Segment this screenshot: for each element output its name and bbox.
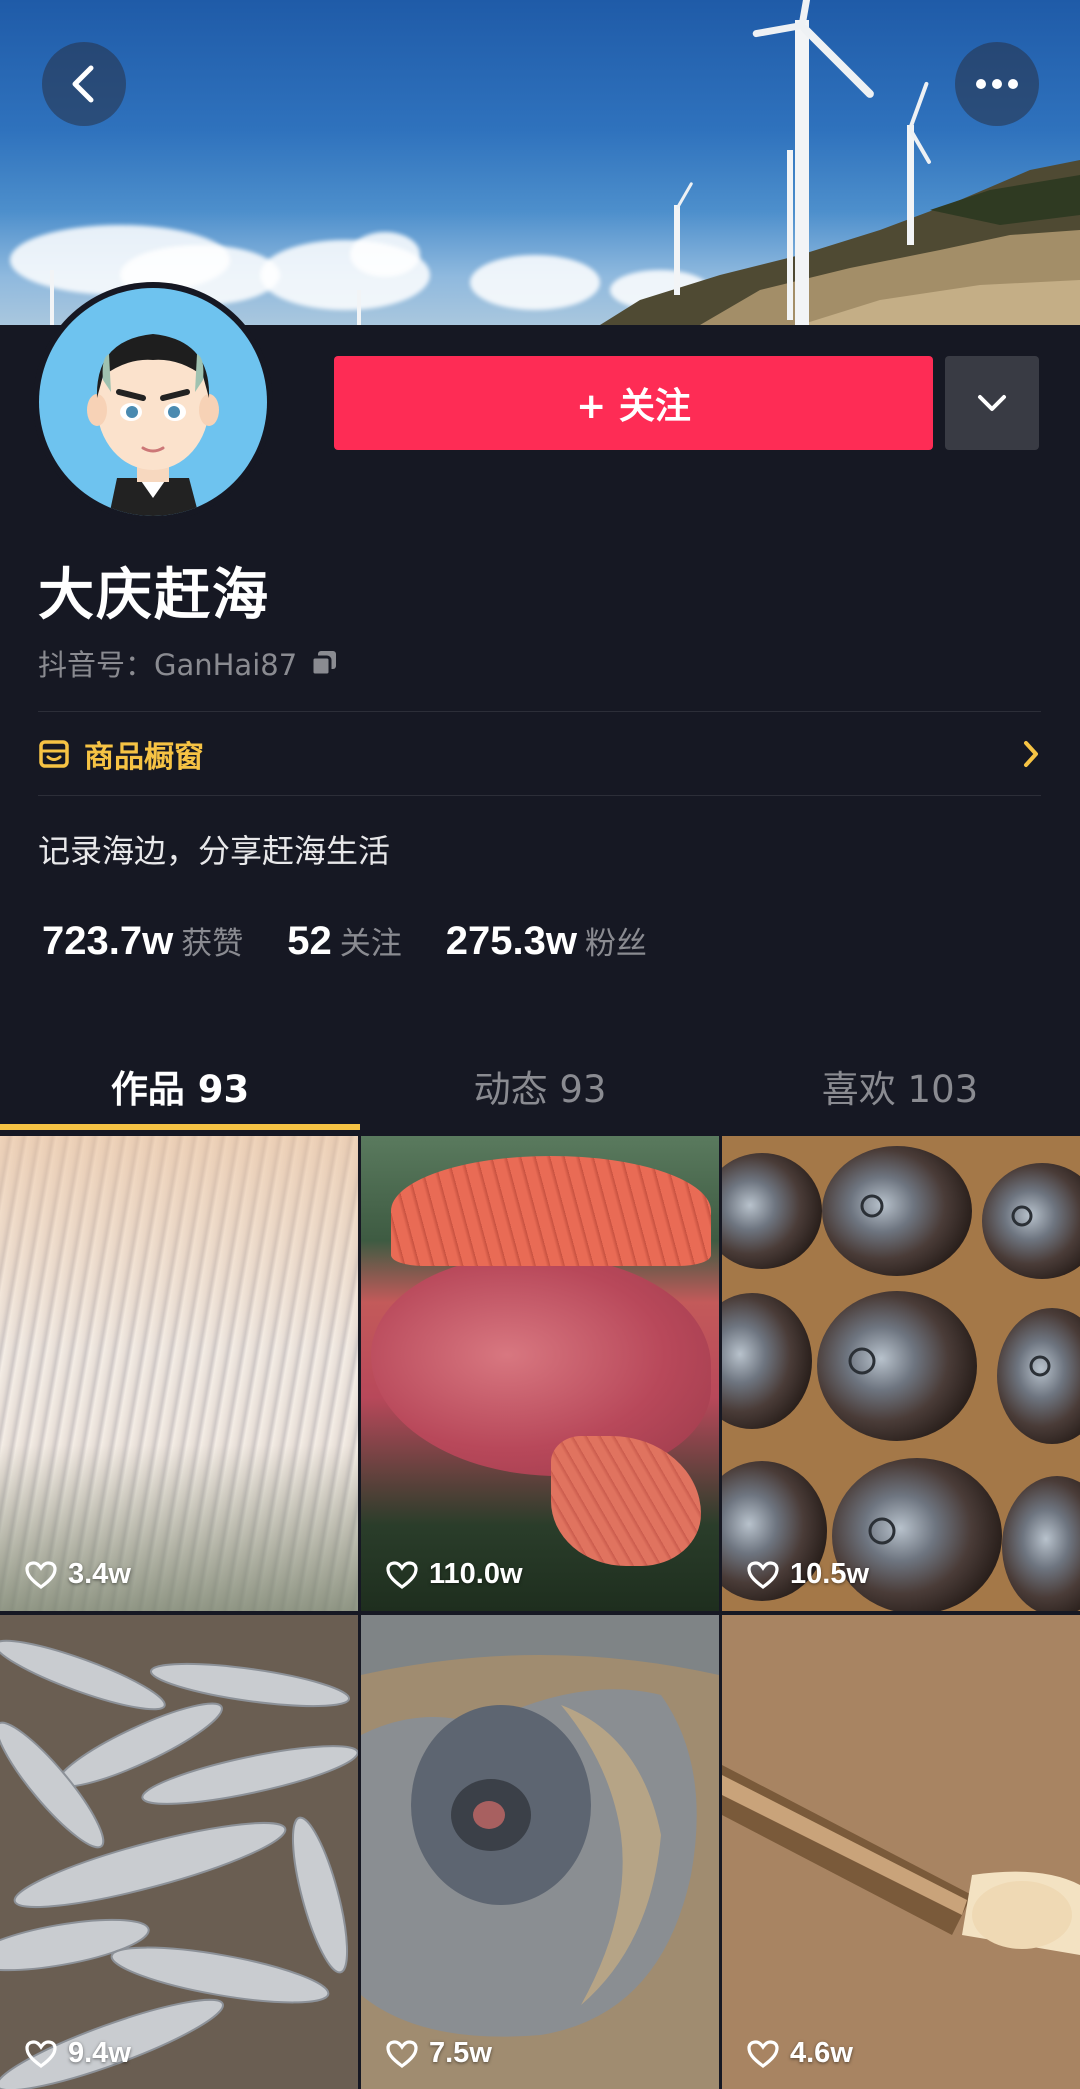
chevron-left-icon [72, 65, 94, 103]
like-count: 7.5w [385, 2037, 492, 2070]
profile-name: 大庆赶海 [38, 563, 270, 628]
copy-icon[interactable] [309, 648, 339, 678]
fish-in-sand-image [361, 1615, 719, 2089]
video-grid: 3.4w 110.0w 10.5w 9.4w 7.5w 4.6w [0, 1136, 1080, 2089]
divider [38, 795, 1041, 796]
douyin-id: 抖音号：GanHai87 [38, 642, 339, 684]
follow-options-button[interactable] [945, 356, 1039, 450]
chevron-right-icon [1024, 741, 1038, 767]
cartoon-avatar-image [87, 334, 219, 516]
more-options-button[interactable] [955, 42, 1039, 126]
avatar[interactable] [33, 282, 273, 522]
shop-window-label: 商品橱窗 [84, 740, 204, 775]
like-count: 110.0w [385, 1558, 523, 1591]
video-thumbnail[interactable]: 10.5w [722, 1136, 1080, 1611]
razor-clam-image [722, 1615, 1080, 2089]
followers-label[interactable]: 粉丝 [585, 918, 647, 963]
video-thumbnail[interactable]: 4.6w [722, 1615, 1080, 2089]
likes-label: 获赞 [181, 926, 244, 962]
heart-icon [747, 1560, 779, 1589]
like-count-text: 3.4w [68, 1558, 131, 1590]
profile-tabs: 作品 93 动态 93 喜欢 103 [0, 1040, 1080, 1132]
like-count-text: 9.4w [68, 2037, 131, 2069]
video-thumbnail[interactable]: 3.4w [0, 1136, 358, 1611]
heart-icon [25, 2039, 57, 2068]
heart-icon [386, 1560, 418, 1589]
video-thumbnail[interactable]: 110.0w [361, 1136, 719, 1611]
cover-banner [0, 0, 1080, 325]
snails-image [722, 1146, 1080, 1611]
tab-likes[interactable]: 喜欢 103 [720, 1040, 1080, 1132]
like-count-text: 10.5w [790, 1558, 869, 1590]
heart-icon [747, 2039, 779, 2068]
following-count[interactable]: 52 [287, 919, 332, 964]
like-count: 9.4w [24, 2037, 131, 2070]
tab-activity[interactable]: 动态 93 [360, 1040, 720, 1132]
profile-bio: 记录海边，分享赶海生活 [38, 832, 391, 870]
like-count: 4.6w [746, 2037, 853, 2070]
follow-button[interactable]: + 关注 [334, 356, 933, 450]
douyin-id-text: 抖音号：GanHai87 [38, 648, 298, 682]
heart-icon [25, 1560, 57, 1589]
follow-button-label: + 关注 [576, 386, 691, 427]
like-count-text: 7.5w [429, 2037, 492, 2069]
like-count: 10.5w [746, 1558, 869, 1591]
like-count-text: 4.6w [790, 2037, 853, 2069]
heart-icon [386, 2039, 418, 2068]
shop-icon [39, 740, 69, 768]
more-horizontal-icon [976, 79, 1018, 89]
following-label[interactable]: 关注 [340, 918, 402, 963]
like-count: 3.4w [24, 1558, 131, 1591]
video-thumbnail[interactable]: 7.5w [361, 1615, 719, 2089]
fish-pile-image [0, 1639, 358, 2089]
likes-count: 723.7w [42, 919, 174, 963]
tab-works[interactable]: 作品 93 [0, 1040, 360, 1132]
shop-window-row[interactable]: 商品橱窗 [38, 712, 1041, 796]
chevron-down-icon [978, 395, 1006, 411]
followers-count[interactable]: 275.3w [446, 919, 577, 964]
back-button[interactable] [42, 42, 126, 126]
active-tab-indicator [0, 1124, 360, 1130]
stats-row: 723.7w 获赞 52 关注 275.3w 粉丝 [42, 918, 691, 964]
like-count-text: 110.0w [429, 1558, 523, 1590]
video-thumbnail[interactable]: 9.4w [0, 1615, 358, 2089]
